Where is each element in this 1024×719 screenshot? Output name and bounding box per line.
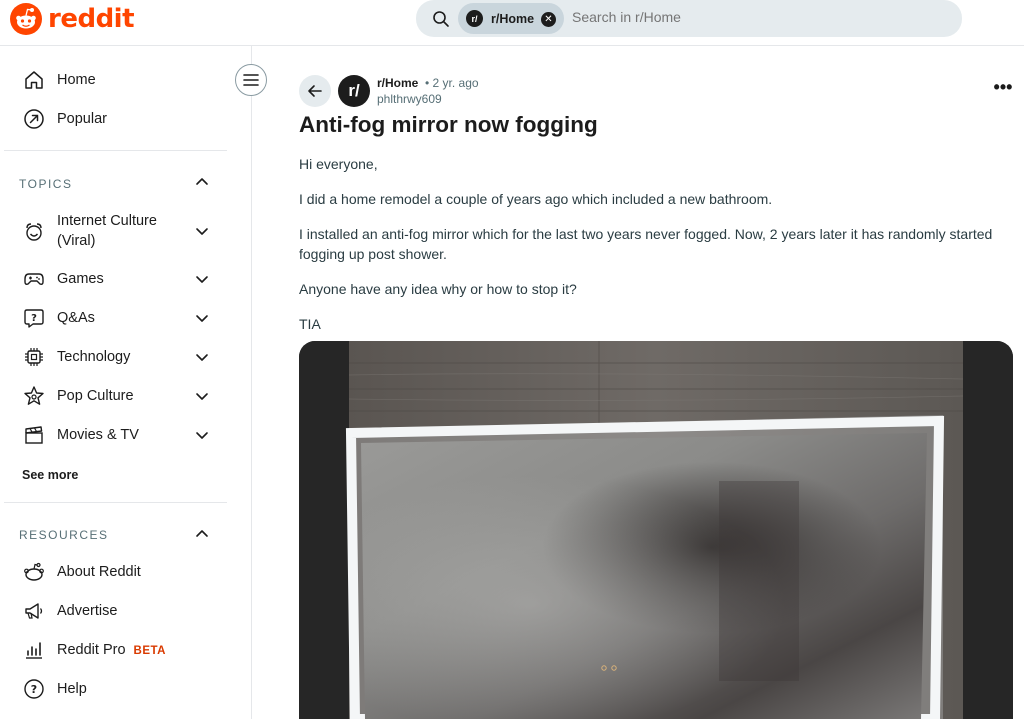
post-body-paragraph: Hi everyone, (299, 156, 378, 172)
sidebar-item-advertise[interactable]: Advertise (22, 599, 117, 623)
sidebar-item-pop-culture[interactable]: Pop Culture (22, 384, 134, 408)
see-more-link[interactable]: See more (22, 468, 78, 482)
post-timestamp: • 2 yr. ago (425, 76, 479, 90)
sidebar-item-reddit-pro[interactable]: Reddit Pro BETA (22, 638, 166, 662)
sidebar-item-popular[interactable]: Popular (22, 107, 107, 131)
subreddit-avatar[interactable]: r/ (338, 75, 370, 107)
reddit-pro-label: Reddit Pro (57, 642, 126, 658)
post-image[interactable] (299, 341, 1013, 719)
bar-chart-icon (22, 638, 46, 662)
sidebar-item-label: Help (57, 681, 87, 697)
star-icon (22, 384, 46, 408)
hamburger-menu-icon (243, 74, 259, 86)
beta-badge: BETA (133, 645, 166, 657)
collapse-sidebar-button[interactable] (235, 64, 267, 96)
chevron-down-icon[interactable] (194, 427, 210, 443)
reddit-logo[interactable]: reddit (10, 3, 135, 35)
sidebar-item-label: Pop Culture (57, 388, 134, 404)
label-line-1: Internet Culture (57, 213, 157, 229)
clapperboard-icon (22, 423, 46, 447)
sidebar-item-help[interactable]: ? Help (22, 677, 87, 701)
svg-text:?: ? (31, 313, 37, 324)
chevron-up-icon[interactable] (194, 526, 210, 542)
popular-icon (22, 107, 46, 131)
home-icon (22, 68, 46, 92)
internet-culture-icon (22, 219, 46, 243)
search-scope-chip[interactable]: r/ r/Home ✕ (458, 3, 564, 34)
label-line-2: (Viral) (57, 233, 96, 249)
topics-section-title: TOPICS (19, 177, 73, 191)
subreddit-link[interactable]: r/Home (377, 76, 418, 90)
clear-scope-close-icon[interactable]: ✕ (541, 12, 556, 27)
sidebar-item-label: Reddit Pro BETA (57, 642, 166, 658)
post-author-link[interactable]: phlthrwy609 (377, 92, 442, 106)
sidebar-item-label: About Reddit (57, 564, 141, 580)
sidebar-item-label: Q&As (57, 310, 95, 326)
top-header: reddit r/ r/Home ✕ (0, 0, 1024, 46)
question-bubble-icon: ? (22, 306, 46, 330)
sidebar-item-label: Games (57, 271, 104, 287)
sidebar-item-label: Popular (57, 111, 107, 127)
sidebar-divider (4, 502, 227, 503)
brand-wordmark: reddit (48, 4, 135, 34)
sidebar-item-internet-culture[interactable]: Internet Culture (Viral) (22, 212, 157, 250)
more-options-icon[interactable]: ••• (992, 78, 1014, 98)
reddit-alien-icon (22, 560, 46, 584)
chevron-down-icon[interactable] (194, 349, 210, 365)
search-scope-label: r/Home (491, 12, 535, 26)
reddit-alien-logo-icon (10, 3, 42, 35)
arrow-left-icon (308, 85, 322, 97)
search-input[interactable] (572, 9, 932, 25)
chevron-up-icon[interactable] (194, 174, 210, 190)
sidebar-item-about-reddit[interactable]: About Reddit (22, 560, 141, 584)
svg-text:?: ? (31, 683, 37, 696)
post-body-paragraph: I installed an anti-fog mirror which for… (299, 226, 993, 262)
post-body-paragraph: Anyone have any idea why or how to stop … (299, 281, 577, 297)
sidebar-item-label: Technology (57, 349, 131, 365)
sidebar-item-games[interactable]: Games (22, 267, 104, 291)
post-title: Anti-fog mirror now fogging (299, 112, 598, 137)
back-button[interactable] (299, 75, 331, 107)
chevron-down-icon[interactable] (194, 271, 210, 287)
sidebar-item-qas[interactable]: ? Q&As (22, 306, 95, 330)
chevron-down-icon[interactable] (194, 310, 210, 326)
gamepad-icon (22, 267, 46, 291)
subreddit-avatar-icon: r/ (466, 10, 483, 27)
sidebar-item-home[interactable]: Home (22, 68, 96, 92)
sidebar-item-label: Home (57, 72, 96, 88)
megaphone-icon (22, 599, 46, 623)
sidebar-item-movies-tv[interactable]: Movies & TV (22, 423, 139, 447)
post-body-paragraph: I did a home remodel a couple of years a… (299, 191, 773, 207)
help-icon: ? (22, 677, 46, 701)
left-sidebar: Home Popular TOPICS Internet Culture (Vi… (0, 46, 252, 719)
search-icon (433, 11, 449, 27)
mirror-photo (299, 341, 1013, 719)
resources-section-title: RESOURCES (19, 528, 109, 542)
sidebar-item-label: Internet Culture (Viral) (57, 211, 157, 251)
chevron-down-icon[interactable] (194, 388, 210, 404)
sidebar-item-technology[interactable]: Technology (22, 345, 130, 369)
sidebar-item-label: Advertise (57, 603, 118, 619)
sidebar-divider (4, 150, 227, 151)
sidebar-item-label: Movies & TV (57, 427, 139, 443)
chip-icon (22, 345, 46, 369)
post-body-paragraph: TIA (299, 316, 321, 332)
chevron-down-icon[interactable] (194, 223, 210, 239)
